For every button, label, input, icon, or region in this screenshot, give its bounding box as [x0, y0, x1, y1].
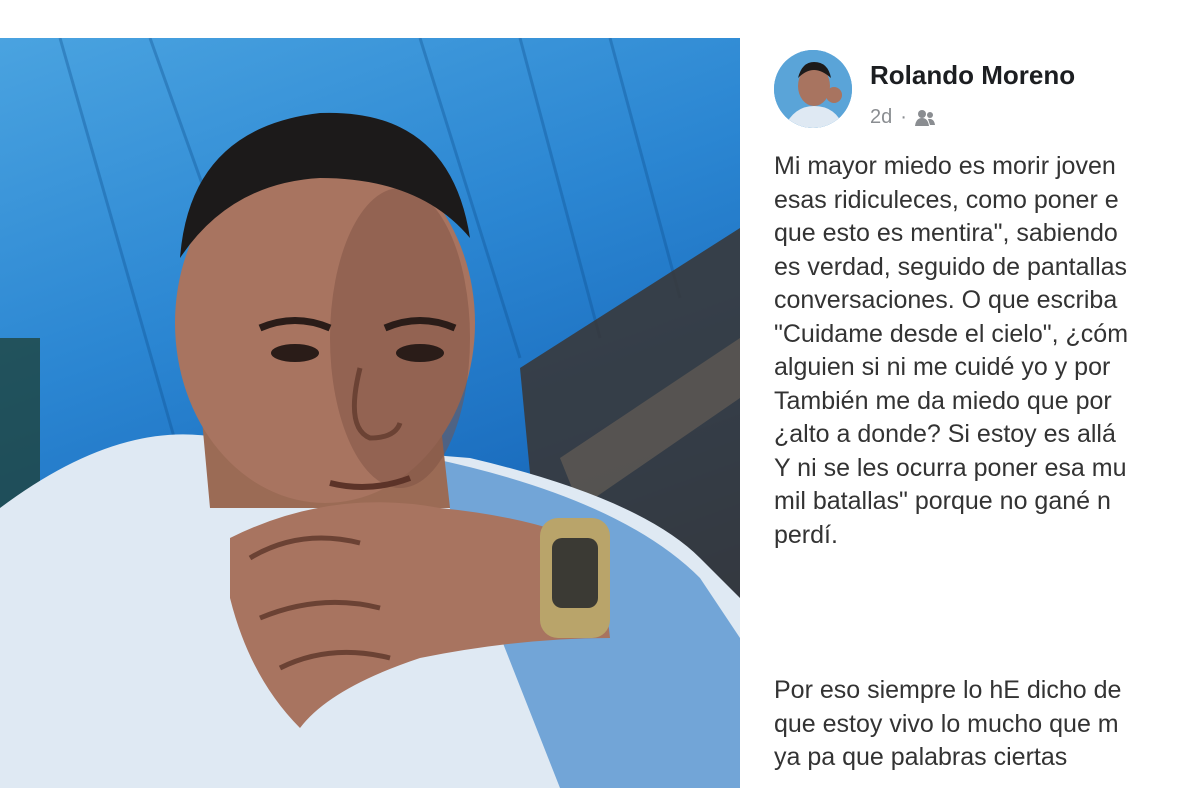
post-time[interactable]: 2d: [870, 106, 892, 129]
meta-separator: ·: [900, 106, 907, 128]
post-line: esas ridiculeces, como poner e: [774, 185, 1119, 214]
post-body-paragraph-2: Por eso siempre lo hE dicho de que estoy…: [774, 674, 1121, 775]
post-line: También me da miedo que por: [774, 386, 1112, 415]
post-line: es verdad, seguido de pantallas: [774, 252, 1128, 281]
post-line: perdí.: [774, 520, 838, 549]
post-line: Y ni se les ocurra poner esa mu: [774, 453, 1127, 482]
post-line: Por eso siempre lo hE dicho de: [774, 676, 1122, 704]
post-header: Rolando Moreno 2d ·: [774, 50, 1194, 130]
post-meta: 2d ·: [870, 106, 935, 129]
post-line: mil batallas" porque no gané n: [774, 487, 1111, 515]
friends-icon: [914, 109, 935, 126]
facebook-post: Rolando Moreno 2d · Mi mayor miedo es mo…: [758, 38, 1200, 788]
post-line: Mi mayor miedo es morir joven: [774, 152, 1116, 180]
post-line: ¿alto a donde? Si estoy es allá: [774, 420, 1116, 448]
author-name[interactable]: Rolando Moreno: [870, 60, 1075, 91]
avatar-image: [774, 50, 852, 128]
post-line: ya pa que palabras ciertas: [774, 743, 1068, 771]
post-line: conversaciones. O que escriba: [774, 286, 1118, 314]
post-line: "Cuidame desde el cielo", ¿cóm: [774, 319, 1129, 348]
divider: [740, 38, 758, 788]
post-line: alguien si ni me cuidé yo y por: [774, 353, 1111, 381]
post-body-paragraph-1: Mi mayor miedo es morir joven esas ridic…: [774, 150, 1200, 552]
post-line: que esto es mentira", sabiendo: [774, 219, 1118, 247]
avatar[interactable]: [774, 50, 852, 128]
selfie-illustration: [0, 38, 740, 788]
post-line: que estoy vivo lo mucho que m: [774, 709, 1119, 738]
profile-photo: [0, 38, 740, 788]
